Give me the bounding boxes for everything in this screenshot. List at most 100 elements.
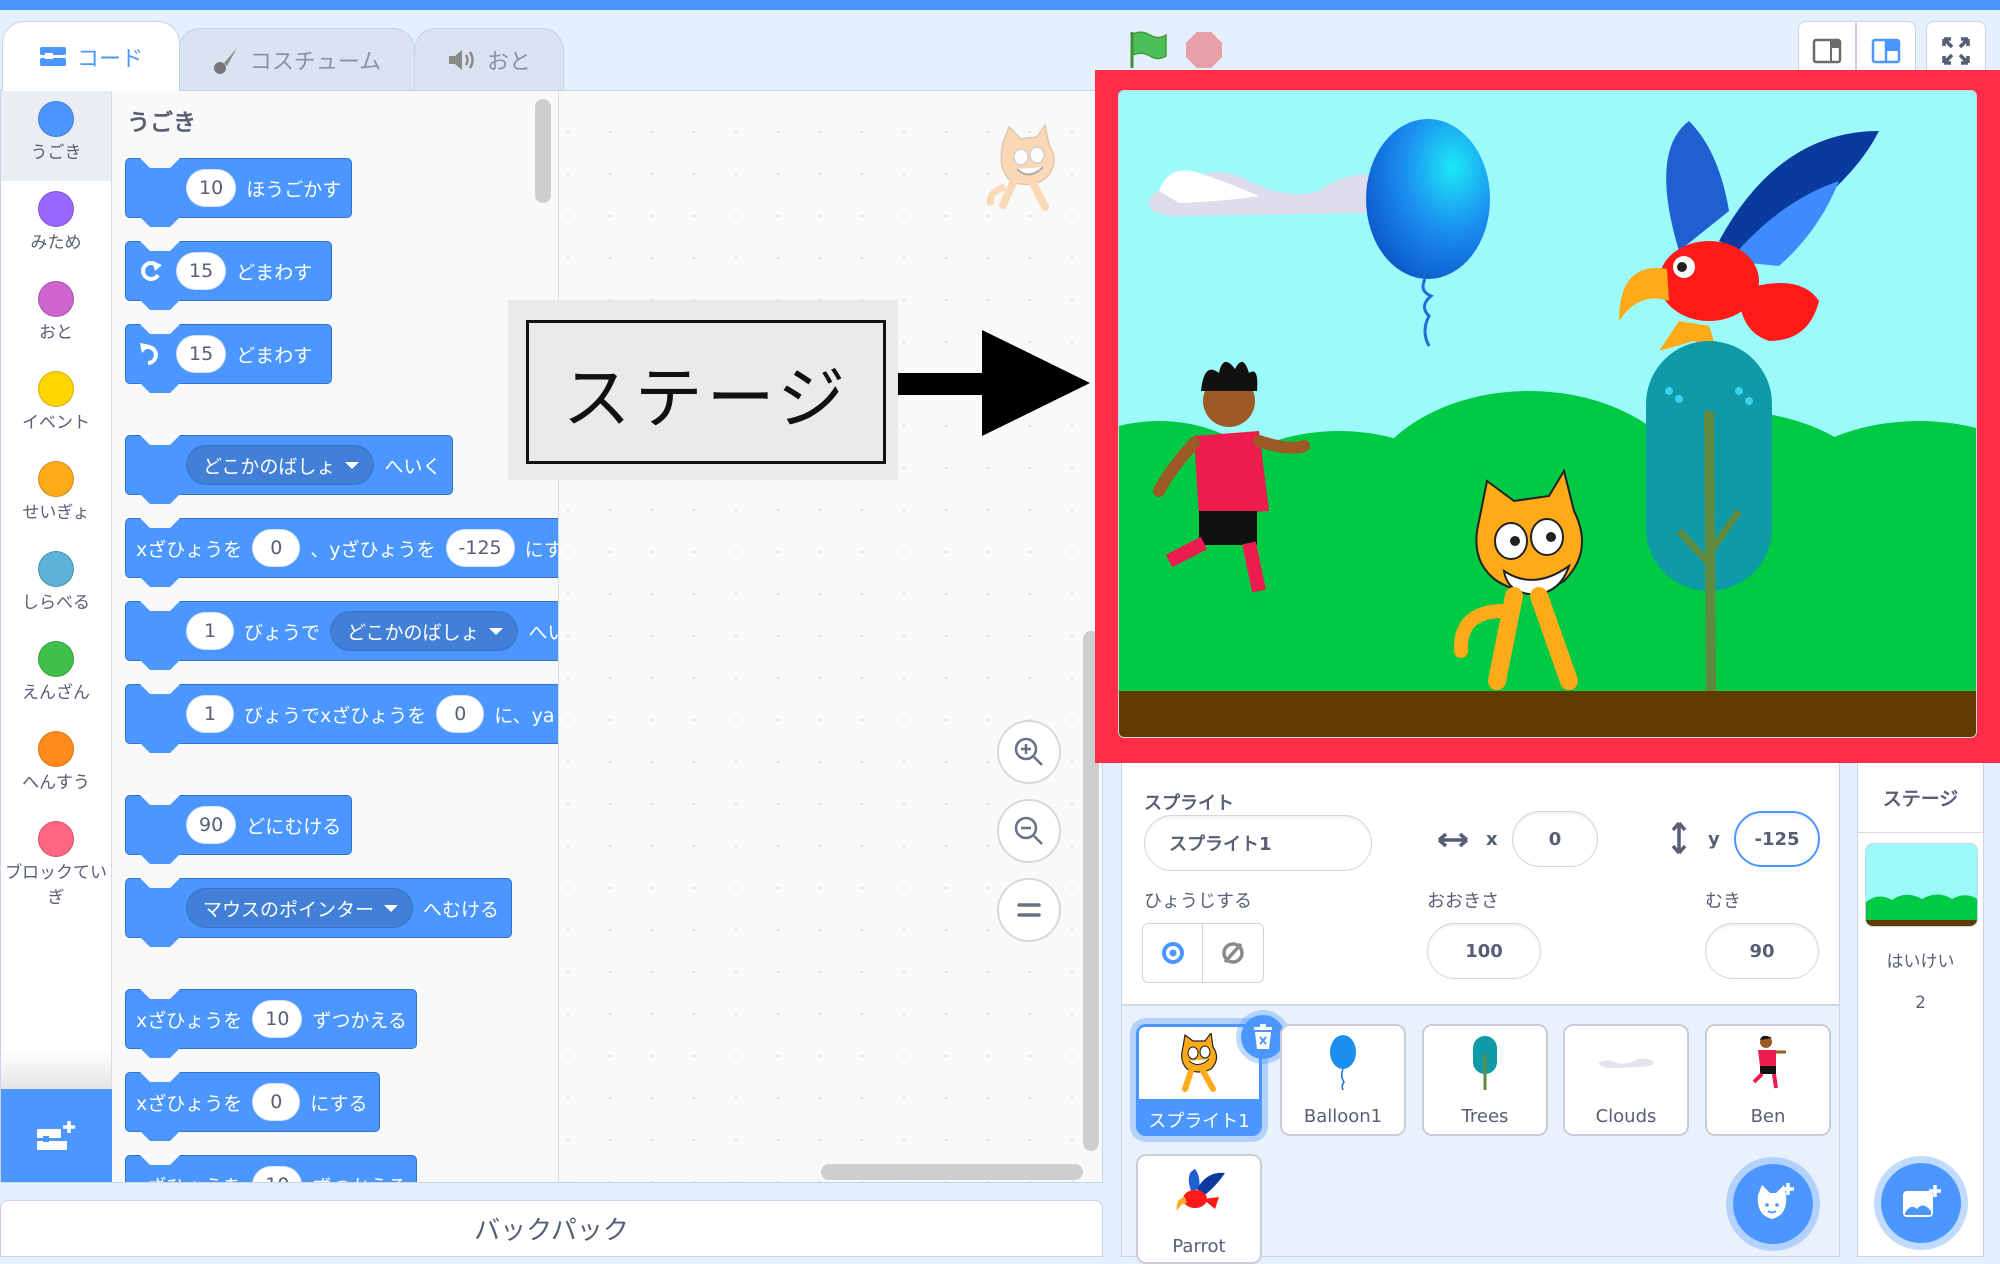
block-go-to-xy[interactable]: xざひょうを 0 、yざひょうを -125 にす — [125, 518, 558, 578]
block-point-in-direction[interactable]: 90 どにむける — [125, 795, 352, 855]
category-dot — [38, 101, 74, 137]
x-position-input[interactable]: 0 — [1512, 811, 1598, 867]
block-text: ずつかえる — [312, 1009, 407, 1032]
x-change-input[interactable]: 10 — [252, 1000, 303, 1038]
size-input[interactable]: 100 — [1427, 923, 1541, 979]
tab-code[interactable]: コード — [2, 21, 180, 91]
category-variables[interactable]: へんすう — [1, 721, 111, 811]
seconds-input[interactable]: 1 — [186, 612, 234, 650]
choose-sprite-button[interactable] — [1733, 1164, 1813, 1244]
stop-button[interactable] — [1186, 32, 1222, 68]
palette-category-title: うごき — [127, 110, 196, 136]
category-dot — [38, 641, 74, 677]
towards-target-dropdown[interactable]: マウスのポインター — [186, 888, 414, 928]
code-editor: うごき みため おと イベント せいぎょ しらべる えんざん へんすう ブロック… — [0, 90, 1103, 1183]
direction-input[interactable]: 90 — [186, 806, 237, 844]
sprite-tile-sprite1[interactable]: スプライト1 — [1136, 1015, 1285, 1136]
tab-sounds[interactable]: おと — [414, 28, 564, 90]
category-control[interactable]: せいぎょ — [1, 451, 111, 541]
block-change-y[interactable]: yざひょうを 10 ずつかえる — [125, 1155, 417, 1183]
add-extension-button[interactable] — [1, 1089, 112, 1182]
rotate-left-icon — [136, 339, 166, 369]
speaker-icon — [448, 49, 474, 70]
y-position-input[interactable]: -125 — [1734, 811, 1820, 867]
x-input[interactable]: 0 — [436, 695, 485, 733]
stage-target-panel[interactable]: ステージ はいけい 2 — [1857, 763, 1984, 1257]
tab-sounds-label: おと — [486, 49, 531, 75]
block-glide-to-xy[interactable]: 1 びょうでxざひょうを 0 に、ya — [125, 684, 558, 744]
zoom-out-button[interactable] — [997, 799, 1061, 863]
sprite-tile-clouds[interactable]: Clouds — [1563, 1024, 1689, 1136]
category-sound[interactable]: おと — [1, 271, 111, 361]
category-dot — [38, 731, 74, 767]
steps-input[interactable]: 10 — [186, 169, 237, 207]
stage[interactable] — [1118, 90, 1977, 738]
block-text: xざひょうを — [136, 538, 243, 561]
choose-backdrop-button[interactable] — [1881, 1163, 1961, 1243]
block-turn-right[interactable]: 15 どまわす — [125, 241, 332, 301]
category-events[interactable]: イベント — [1, 361, 111, 451]
block-point-towards[interactable]: マウスのポインター へむける — [125, 878, 512, 938]
hide-sprite-button[interactable] — [1203, 924, 1263, 982]
block-set-x[interactable]: xざひょうを 0 にする — [125, 1072, 380, 1132]
x-set-input[interactable]: 0 — [252, 1083, 301, 1121]
script-workspace[interactable] — [559, 91, 1102, 1182]
direction-input[interactable]: 90 — [1705, 923, 1819, 979]
seconds-input[interactable]: 1 — [186, 695, 234, 733]
block-go-to[interactable]: どこかのばしょ へいく — [125, 435, 453, 495]
category-label: しらべる — [22, 593, 90, 613]
y-input[interactable]: -125 — [445, 529, 515, 567]
category-looks[interactable]: みため — [1, 181, 111, 271]
y-change-input[interactable]: 10 — [252, 1166, 303, 1182]
show-sprite-button[interactable] — [1143, 924, 1204, 982]
sprite-tile-name: Clouds — [1595, 1106, 1657, 1127]
category-label: みため — [30, 233, 82, 253]
category-motion[interactable]: うごき — [1, 91, 111, 181]
annotation-arrow-icon — [898, 330, 1090, 436]
sprite-tile-parrot[interactable]: Parrot — [1136, 1154, 1262, 1264]
tab-costumes[interactable]: コスチューム — [178, 28, 415, 90]
sprite-tile-name: Trees — [1461, 1106, 1509, 1127]
block-text: yざひょうを — [136, 1172, 242, 1183]
block-text: どまわす — [236, 344, 313, 367]
delete-sprite-button[interactable] — [1241, 1015, 1285, 1059]
block-move-steps[interactable]: 10 ほうごかす — [125, 158, 352, 218]
degrees-input[interactable]: 15 — [176, 335, 227, 373]
category-dot — [38, 281, 74, 317]
block-text: どまわす — [236, 261, 313, 284]
zoom-in-icon — [1014, 737, 1043, 766]
zoom-in-button[interactable] — [997, 720, 1061, 784]
stage-annotation: ステージ — [508, 300, 898, 480]
sprite-tile-ben[interactable]: Ben — [1705, 1024, 1831, 1136]
block-text: 、yざひょうを — [310, 538, 436, 561]
sprite-name-input[interactable]: スプライト1 — [1144, 815, 1372, 871]
sprite-thumbnail — [1282, 1026, 1404, 1098]
category-label: うごき — [30, 143, 82, 163]
backpack[interactable]: バックパック — [0, 1200, 1103, 1257]
block-glide-to[interactable]: 1 びょうで どこかのばしょ へい — [125, 601, 558, 661]
block-turn-left[interactable]: 15 どまわす — [125, 324, 332, 384]
category-sensing[interactable]: しらべる — [1, 541, 111, 631]
block-text: xざひょうを — [136, 1009, 243, 1032]
sprite-tile-balloon1[interactable]: Balloon1 — [1280, 1024, 1406, 1136]
category-my-blocks[interactable]: ブロックていぎ — [1, 811, 111, 921]
backdrop-thumbnail[interactable] — [1865, 843, 1978, 927]
degrees-input[interactable]: 15 — [176, 252, 227, 290]
sprite-thumbnail — [1707, 1026, 1829, 1098]
category-operators[interactable]: えんざん — [1, 631, 111, 721]
zoom-reset-button[interactable] — [997, 878, 1061, 942]
block-text: どにむける — [246, 815, 342, 838]
green-flag-button[interactable] — [1128, 30, 1168, 70]
eye-slash-icon — [1222, 942, 1244, 964]
normal-stage-icon — [1871, 38, 1901, 64]
block-text: ほうごかす — [246, 178, 342, 201]
block-change-x[interactable]: xざひょうを 10 ずつかえる — [125, 989, 417, 1049]
block-text: に、ya — [494, 704, 555, 727]
glide-target-dropdown[interactable]: どこかのばしょ — [330, 611, 519, 651]
category-label: おと — [39, 323, 73, 343]
goto-target-dropdown[interactable]: どこかのばしょ — [186, 445, 375, 485]
x-input[interactable]: 0 — [252, 529, 301, 567]
sprite-tile-trees[interactable]: Trees — [1422, 1024, 1548, 1136]
workspace-horizontal-scrollbar[interactable] — [821, 1164, 1083, 1180]
palette-scrollbar[interactable] — [535, 99, 551, 203]
